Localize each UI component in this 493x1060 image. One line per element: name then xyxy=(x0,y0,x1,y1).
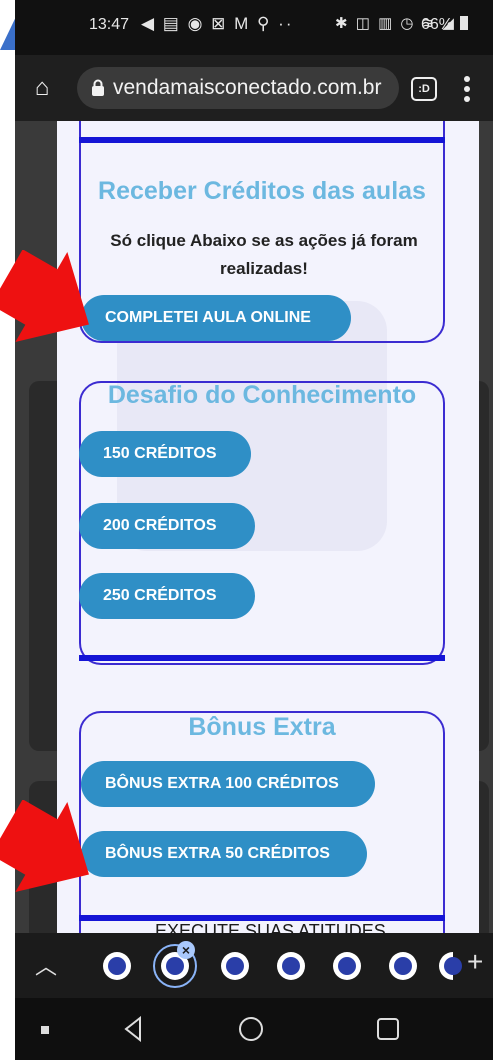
overview-icon[interactable] xyxy=(377,1018,399,1040)
tab-switcher-icon[interactable]: :D xyxy=(411,77,437,101)
status-time: 13:47 xyxy=(89,16,130,33)
150-creditos-button[interactable]: 150 CRÉDITOS xyxy=(79,431,251,477)
200-creditos-button[interactable]: 200 CRÉDITOS xyxy=(79,503,255,549)
home-nav-icon[interactable] xyxy=(239,1017,263,1041)
battery-icon xyxy=(460,16,469,30)
250-creditos-button[interactable]: 250 CRÉDITOS xyxy=(79,573,255,619)
tab-favicon[interactable] xyxy=(103,952,131,980)
receber-creditos-card: Receber Créditos das aulas Só clique Aba… xyxy=(79,121,445,343)
lock-icon xyxy=(92,79,104,96)
receber-creditos-description: Só clique Abaixo se as ações já foram re… xyxy=(110,231,418,278)
accent-bar xyxy=(79,137,445,143)
red-arrow-annotation xyxy=(0,250,89,343)
recents-icon[interactable] xyxy=(41,1026,49,1034)
new-tab-plus-icon[interactable]: + xyxy=(467,946,483,978)
bonus-extra-50-button[interactable]: BÔNUS EXTRA 50 CRÉDITOS xyxy=(81,831,367,877)
battery-percent: 66% xyxy=(421,16,454,33)
url-field[interactable]: vendamaisconectado.com.br xyxy=(77,67,399,109)
tab-favicon[interactable] xyxy=(221,952,249,980)
url-text: vendamaisconectado.com.br xyxy=(113,76,382,99)
tab-favicon-partial[interactable] xyxy=(439,952,462,980)
battery-level: 66% xyxy=(421,16,469,34)
home-icon[interactable]: ⌂ xyxy=(29,75,55,101)
tab-favicon[interactable] xyxy=(277,952,305,980)
android-nav-bar xyxy=(15,998,493,1060)
tab-favicon[interactable] xyxy=(389,952,417,980)
completei-aula-online-button[interactable]: COMPLETEI AULA ONLINE xyxy=(81,295,351,341)
tab-strip: ︿ × + xyxy=(15,933,493,998)
bonus-extra-100-button[interactable]: BÔNUS EXTRA 100 CRÉDITOS xyxy=(81,761,375,807)
status-bar: 13:47 ◀ ▤ ◉ ⊠ M ⚲ ·· ✱ ◫ ▥ ◷ ≋ ◢ 66% xyxy=(15,0,493,55)
bonus-extra-card: Bônus Extra BÔNUS EXTRA 100 CRÉDITOS BÔN… xyxy=(79,711,445,933)
red-arrow-annotation xyxy=(0,800,89,893)
tab-favicon[interactable] xyxy=(333,952,361,980)
chevron-up-icon[interactable]: ︿ xyxy=(35,949,57,981)
notification-icons: ◀ ▤ ◉ ⊠ M ⚲ ·· xyxy=(141,14,294,33)
receber-creditos-title: Receber Créditos das aulas xyxy=(98,177,426,205)
desafio-conhecimento-card: Desafio do Conhecimento 150 CRÉDITOS 200… xyxy=(79,381,445,665)
desafio-conhecimento-title: Desafio do Conhecimento xyxy=(107,381,417,409)
close-tab-icon[interactable]: × xyxy=(177,941,195,959)
browser-address-bar: ⌂ vendamaisconectado.com.br :D xyxy=(15,55,493,121)
accent-bar xyxy=(79,655,445,661)
more-options-icon[interactable] xyxy=(463,75,471,103)
back-icon[interactable] xyxy=(123,1016,143,1042)
bonus-extra-title: Bônus Extra xyxy=(188,713,336,741)
modal-panel: Receber Créditos das aulas Só clique Aba… xyxy=(57,121,479,933)
underlying-page-text: EXECUTE SUAS ATITUDES xyxy=(155,921,386,933)
